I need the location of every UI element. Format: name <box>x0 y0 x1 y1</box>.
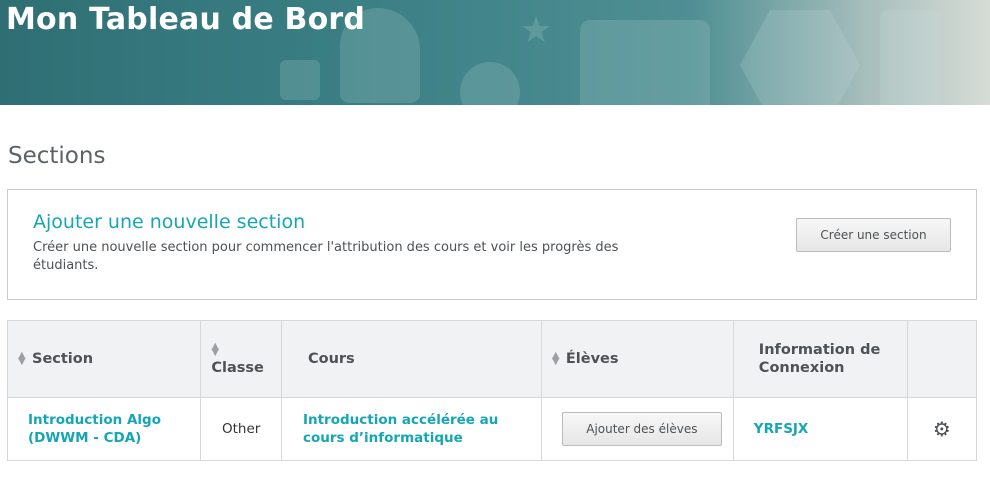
table-row: Introduction Algo (DWWM - CDA) Other Int… <box>6 397 978 461</box>
add-students-button[interactable]: Ajouter des élèves <box>561 412 722 446</box>
sort-icon: ▲ ▼ <box>551 350 560 367</box>
column-header-cours: Cours <box>280 320 542 398</box>
course-link[interactable]: Introduction accélérée au cours d’inform… <box>280 397 542 461</box>
column-header-eleves[interactable]: ▲ ▼ Élèves <box>540 320 734 398</box>
decorative-phone-icon <box>880 10 940 105</box>
login-code: YRFSJX <box>732 397 908 461</box>
column-header-classe[interactable]: ▲ ▼ Classe <box>200 320 282 398</box>
header-banner: ★ Mon Tableau de Bord <box>0 0 990 105</box>
eleves-cell: Ajouter des élèves <box>540 397 734 461</box>
settings-cell: ⚙ <box>906 397 978 461</box>
decorative-tablet-icon <box>580 20 710 105</box>
decorative-star-icon: ★ <box>520 10 553 51</box>
decorative-terminal-icon <box>740 10 860 105</box>
gear-icon[interactable]: ⚙ <box>933 417 951 441</box>
page-title: Mon Tableau de Bord <box>6 2 366 37</box>
sections-table: ▲ ▼ Section ▲ ▼ Classe Cours ▲ ▼ Élèves Inform… <box>6 320 978 461</box>
add-section-title: Ajouter une nouvelle section <box>33 211 306 233</box>
section-name-link[interactable]: Introduction Algo (DWWM - CDA) <box>6 397 202 461</box>
column-header-settings <box>906 320 978 398</box>
classe-value: Other <box>200 397 282 461</box>
sort-icon: ▲ ▼ <box>211 341 220 358</box>
create-section-button[interactable]: Créer une section <box>796 218 951 252</box>
column-header-section[interactable]: ▲ ▼ Section <box>6 320 202 398</box>
sort-icon: ▲ ▼ <box>18 350 26 367</box>
sections-heading: Sections <box>8 143 106 169</box>
add-section-description: Créer une nouvelle section pour commence… <box>33 240 619 273</box>
decorative-shape <box>280 60 320 100</box>
column-header-information: Information de Connexion <box>732 320 908 398</box>
table-header-row: ▲ ▼ Section ▲ ▼ Classe Cours ▲ ▼ Élèves Inform… <box>6 320 978 398</box>
add-section-card: Ajouter une nouvelle section Créer une n… <box>7 189 977 300</box>
decorative-globe-icon <box>460 62 520 105</box>
